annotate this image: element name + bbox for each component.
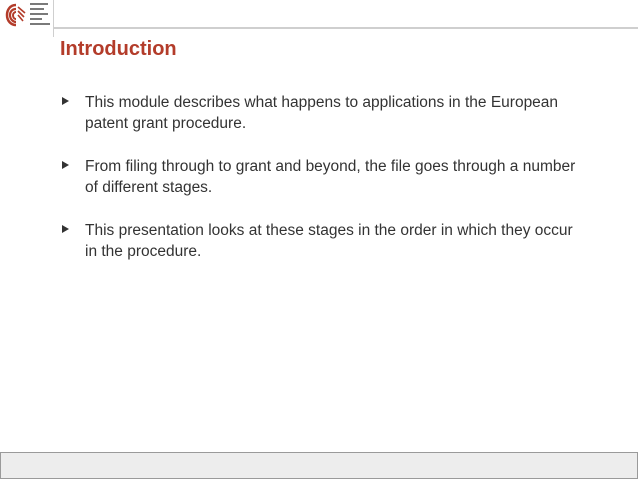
bullet-item: This module describes what happens to ap… — [60, 92, 580, 134]
header-rule — [53, 27, 638, 29]
header-divider — [53, 0, 54, 37]
footer-bar — [0, 452, 638, 479]
epo-spiral-logo-icon — [5, 3, 26, 27]
triangle-bullet-icon — [62, 97, 69, 105]
bullet-item: This presentation looks at these stages … — [60, 220, 580, 262]
bullet-list: This module describes what happens to ap… — [60, 92, 580, 284]
triangle-bullet-icon — [62, 225, 69, 233]
slide-title: Introduction — [60, 38, 177, 60]
bullet-text: This module describes what happens to ap… — [85, 94, 559, 132]
logo — [0, 0, 52, 37]
logo-wordmark — [30, 3, 52, 28]
bullet-text: This presentation looks at these stages … — [85, 222, 573, 260]
bullet-text: From filing through to grant and beyond,… — [85, 158, 576, 196]
bullet-item: From filing through to grant and beyond,… — [60, 156, 580, 198]
triangle-bullet-icon — [62, 161, 69, 169]
